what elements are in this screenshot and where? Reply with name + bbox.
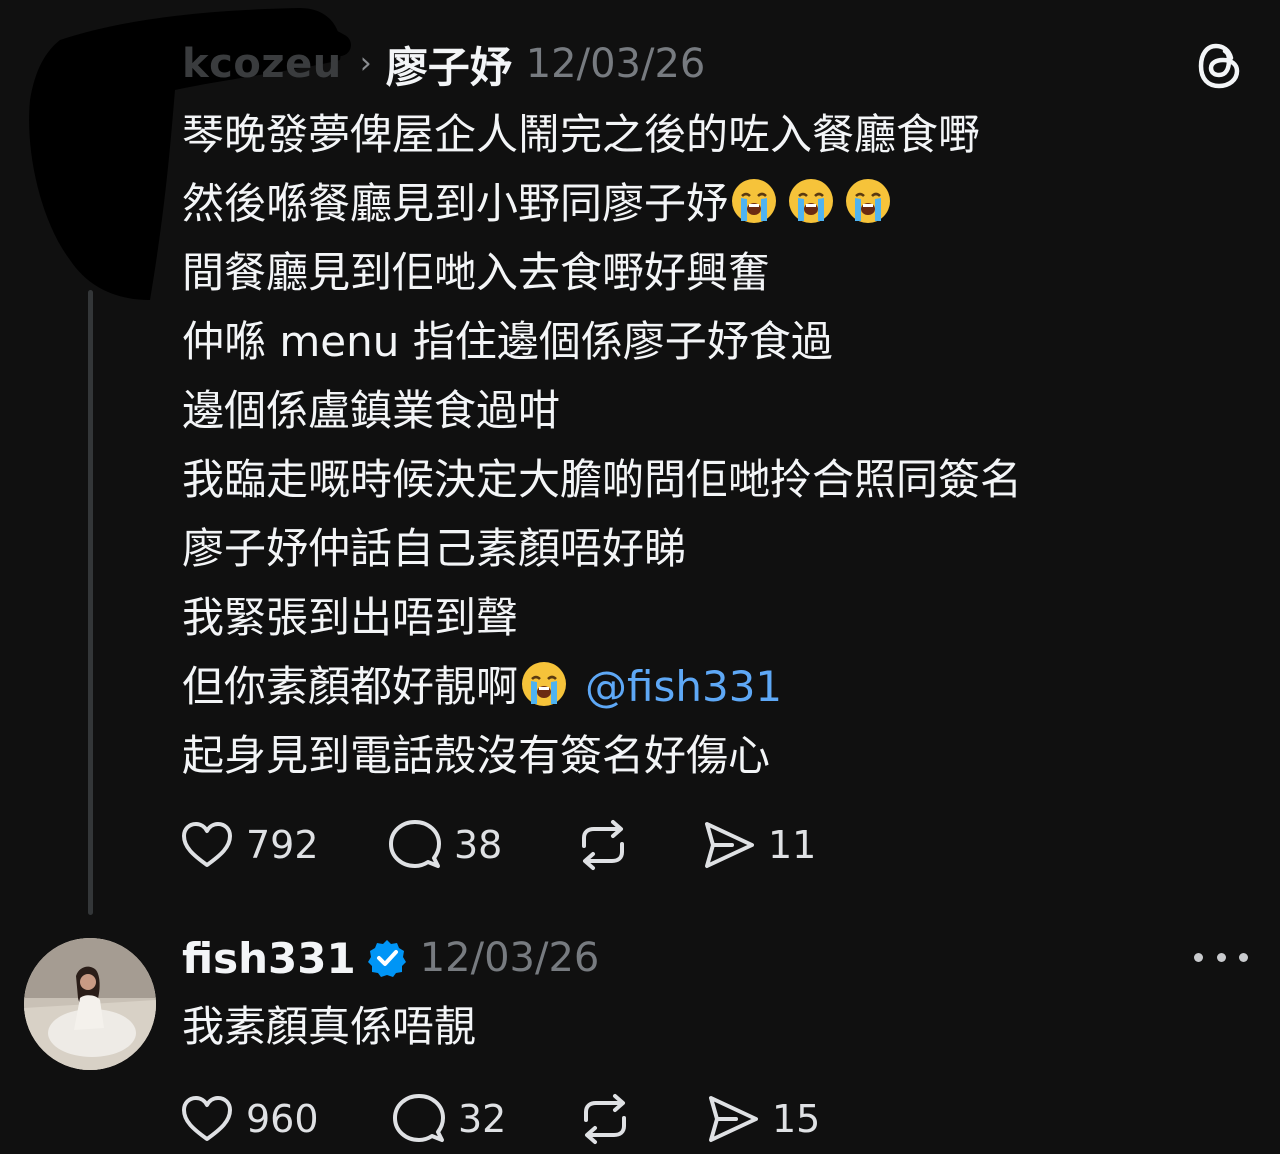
repost-icon bbox=[584, 1094, 626, 1144]
mention-link[interactable]: @fish331 bbox=[585, 662, 782, 711]
crying-face-emoji-icon bbox=[789, 179, 834, 223]
share-count: 11 bbox=[768, 823, 817, 867]
post2-text: 我素顏真係唔靚 bbox=[182, 1002, 477, 1051]
post1-body: 琴晚發夢俾屋企人鬧完之後的咗入餐廳食嘢 然後喺餐廳見到小野同廖子妤 間餐廳見到佢… bbox=[182, 100, 1242, 790]
thread-connector-line bbox=[88, 290, 93, 915]
repost-icon bbox=[582, 820, 624, 870]
post1-line-text: 我臨走嘅時候決定大膽啲問佢哋拎合照同簽名 bbox=[182, 455, 1023, 504]
comment-bubble-icon bbox=[389, 820, 441, 868]
reply-button[interactable]: 38 bbox=[388, 818, 576, 872]
more-dot bbox=[1239, 952, 1248, 962]
post2-body: 我素顏真係唔靚 bbox=[182, 992, 476, 1061]
post1-line-text: 我緊張到出唔到聲 bbox=[182, 593, 519, 642]
post1-author-handle[interactable]: kcozeu bbox=[182, 41, 342, 87]
avatar[interactable] bbox=[24, 938, 156, 1070]
post2-date: 12/03/26 bbox=[419, 935, 600, 981]
chevron-right-icon: › bbox=[359, 46, 372, 81]
comment-bubble-icon bbox=[393, 1094, 445, 1142]
post1-line: 仲喺 menu 指住邊個係廖子妤食過 bbox=[182, 307, 1242, 376]
more-dots-icon[interactable] bbox=[1194, 942, 1248, 972]
post1-line-text: 然後喺餐廳見到小野同廖子妤 bbox=[182, 179, 729, 228]
post2-actions: 960 32 15 bbox=[180, 1092, 820, 1146]
post1-line: 但你素顏都好靚啊 @fish331 bbox=[182, 652, 1242, 721]
more-dot bbox=[1216, 952, 1226, 962]
heart-icon bbox=[182, 1096, 232, 1141]
post1-header: kcozeu › 廖子妤 12/03/26 bbox=[182, 38, 706, 92]
heart-icon bbox=[182, 822, 232, 867]
post1-line: 起身見到電話殼沒有簽名好傷心 bbox=[182, 721, 1242, 790]
reply-count: 32 bbox=[458, 1097, 507, 1141]
post1-line: 間餐廳見到佢哋入去食嘢好興奮 bbox=[182, 238, 1242, 307]
crying-face-emoji-icon bbox=[522, 662, 567, 706]
like-count: 792 bbox=[246, 823, 319, 867]
like-button[interactable]: 960 bbox=[180, 1094, 392, 1144]
post1-line-text: 仲喺 menu 指住邊個係廖子妤食過 bbox=[182, 317, 833, 366]
post1-line-text: 起身見到電話殼沒有簽名好傷心 bbox=[182, 731, 771, 780]
crying-face-emoji-icon bbox=[846, 179, 891, 223]
threads-logo-icon[interactable] bbox=[1196, 40, 1244, 92]
more-dot bbox=[1194, 952, 1203, 962]
post1-line: 廖子妤仲話自己素顏唔好睇 bbox=[182, 514, 1242, 583]
like-count: 960 bbox=[246, 1097, 319, 1141]
post1-line-text: 琴晚發夢俾屋企人鬧完之後的咗入餐廳食嘢 bbox=[182, 110, 981, 159]
post1-line: 琴晚發夢俾屋企人鬧完之後的咗入餐廳食嘢 bbox=[182, 100, 1242, 169]
reply-count: 38 bbox=[454, 823, 503, 867]
post1-line-text: 邊個係盧鎮業食過咁 bbox=[182, 386, 561, 435]
post1-date: 12/03/26 bbox=[525, 41, 706, 87]
post1-line: 然後喺餐廳見到小野同廖子妤 bbox=[182, 169, 1242, 238]
send-icon bbox=[709, 1096, 758, 1142]
post1-line: 我緊張到出唔到聲 bbox=[182, 583, 1242, 652]
share-button[interactable]: 11 bbox=[702, 818, 816, 872]
post1-line: 我臨走嘅時候決定大膽啲問佢哋拎合照同簽名 bbox=[182, 445, 1242, 514]
verified-badge-icon bbox=[367, 940, 406, 977]
post1-line-text: 間餐廳見到佢哋入去食嘢好興奮 bbox=[182, 248, 771, 297]
repost-button[interactable] bbox=[576, 818, 702, 872]
post2-username[interactable]: fish331 bbox=[182, 934, 356, 983]
share-count: 15 bbox=[772, 1097, 821, 1141]
avatar-photo bbox=[24, 938, 156, 1070]
like-button[interactable]: 792 bbox=[180, 820, 388, 870]
crying-face-emoji-icon bbox=[732, 179, 777, 223]
post1-reply-target[interactable]: 廖子妤 bbox=[386, 34, 512, 95]
post1-actions: 792 38 11 bbox=[180, 818, 816, 872]
share-button[interactable]: 15 bbox=[706, 1092, 820, 1146]
send-icon bbox=[705, 822, 754, 868]
post1-line-text: 但你素顏都好靚啊 bbox=[182, 662, 519, 711]
post1-line: 邊個係盧鎮業食過咁 bbox=[182, 376, 1242, 445]
reply-button[interactable]: 32 bbox=[392, 1092, 578, 1146]
post1-line-text: 廖子妤仲話自己素顏唔好睇 bbox=[182, 524, 687, 573]
post2-header: fish331 12/03/26 bbox=[182, 930, 599, 986]
repost-button[interactable] bbox=[578, 1092, 706, 1146]
